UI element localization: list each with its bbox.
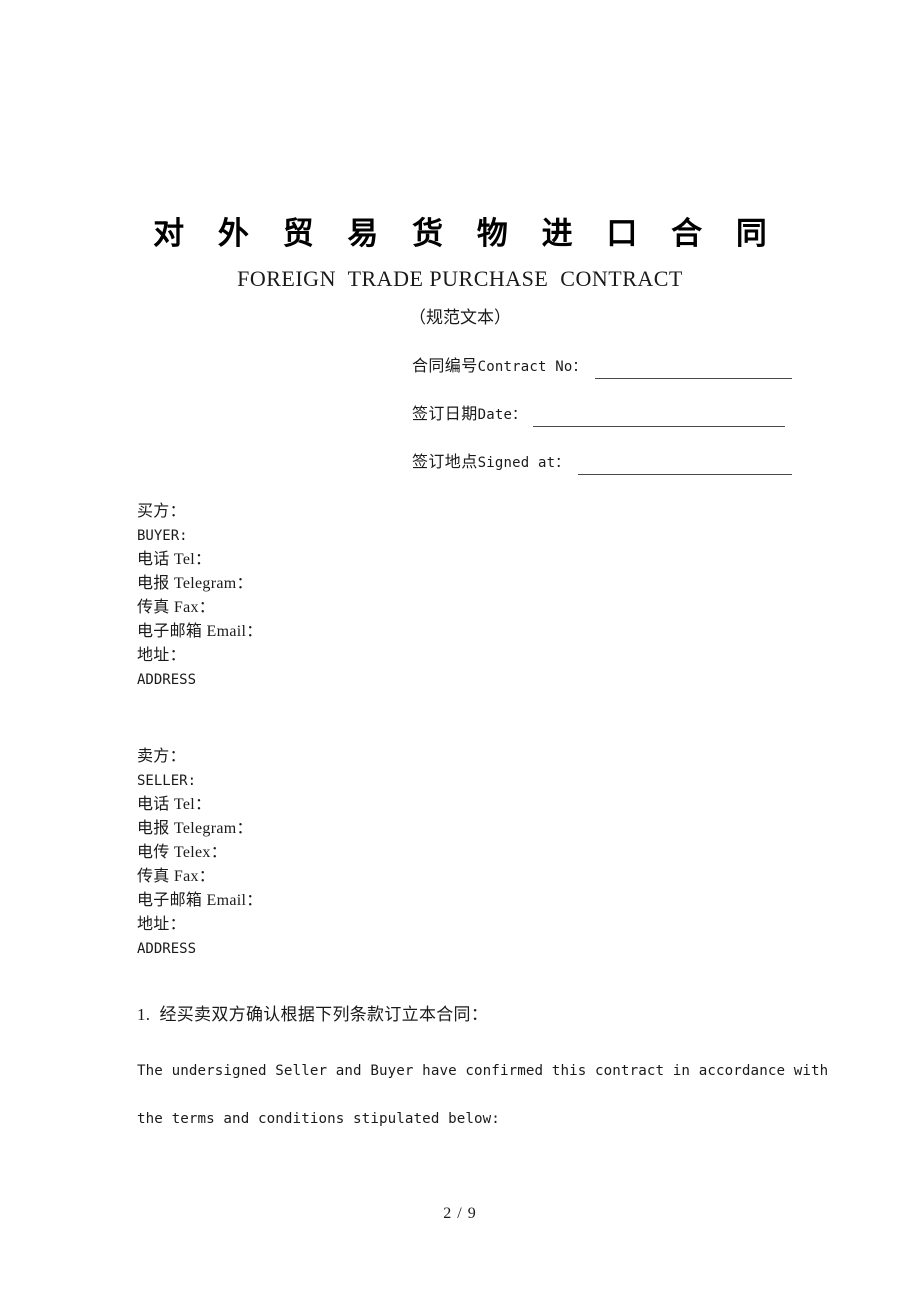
buyer-line: 电报 Telegram： [137, 575, 253, 592]
seller-line: 卖方： [137, 748, 186, 765]
buyer-line: 传真 Fax： [137, 599, 216, 616]
buyer-line: ADDRESS [137, 672, 197, 688]
seller-party-block: 卖方： SELLER: 电话 Tel： 电报 Telegram： 电传 Tele… [137, 745, 557, 961]
buyer-line: 地址： [137, 647, 186, 664]
seller-line: ADDRESS [137, 941, 197, 957]
contract-meta-fields: 合同编号Contract No： 签订日期Date： 签订地点Signed at… [412, 352, 792, 496]
contract-no-input[interactable] [595, 378, 792, 379]
clause-1-chinese: 1. 经买卖双方确认根据下列条款订立本合同： [137, 1005, 489, 1024]
buyer-line: 电话 Tel： [137, 551, 212, 568]
clause-1-english-line-2: the terms and conditions stipulated belo… [137, 1111, 500, 1127]
seller-line: 电报 Telegram： [137, 820, 253, 837]
page-subtitle-standard-text: （规范文本） [409, 308, 511, 327]
buyer-party-block: 买方： BUYER: 电话 Tel： 电报 Telegram： 传真 Fax： … [137, 500, 557, 692]
date-label-cn: 签订日期 [412, 406, 478, 423]
clause-1: 1. 经买卖双方确认根据下列条款订立本合同： The undersigned S… [137, 1000, 829, 1143]
date-label-en: Date： [477, 407, 527, 423]
buyer-line: 买方： [137, 503, 186, 520]
date-input[interactable] [533, 426, 785, 427]
clause-1-english-line-1: The undersigned Seller and Buyer have co… [137, 1063, 829, 1079]
signed-at-input[interactable] [578, 474, 792, 475]
page-title: 对 外 贸 易 货 物 进 口 合 同 [153, 216, 780, 251]
signed-at-label-cn: 签订地点 [412, 454, 478, 471]
meta-row-signed-at: 签订地点Signed at： [412, 448, 792, 496]
seller-line: 电子邮箱 Email： [137, 892, 263, 909]
contract-no-label-cn: 合同编号 [412, 358, 478, 375]
meta-row-date: 签订日期Date： [412, 400, 792, 448]
seller-line: SELLER: [137, 773, 197, 789]
seller-line: 电传 Telex： [137, 844, 228, 861]
seller-line: 地址： [137, 916, 186, 933]
document-page: 对 外 贸 易 货 物 进 口 合 同 FOREIGN TRADE PURCHA… [0, 0, 920, 1302]
signed-at-label-en: Signed at： [477, 455, 570, 471]
buyer-line: BUYER: [137, 528, 188, 544]
seller-line: 传真 Fax： [137, 868, 216, 885]
page-number-footer: 2 / 9 [443, 1205, 477, 1222]
page-title-english: FOREIGN TRADE PURCHASE CONTRACT [237, 266, 683, 291]
meta-row-contract-no: 合同编号Contract No： [412, 352, 792, 400]
contract-no-label-en: Contract No： [477, 359, 587, 375]
date-label: 签订日期Date： [412, 406, 526, 423]
buyer-line: 电子邮箱 Email： [137, 623, 263, 640]
signed-at-label: 签订地点Signed at： [412, 454, 569, 471]
contract-no-label: 合同编号Contract No： [412, 358, 587, 375]
seller-line: 电话 Tel： [137, 796, 212, 813]
